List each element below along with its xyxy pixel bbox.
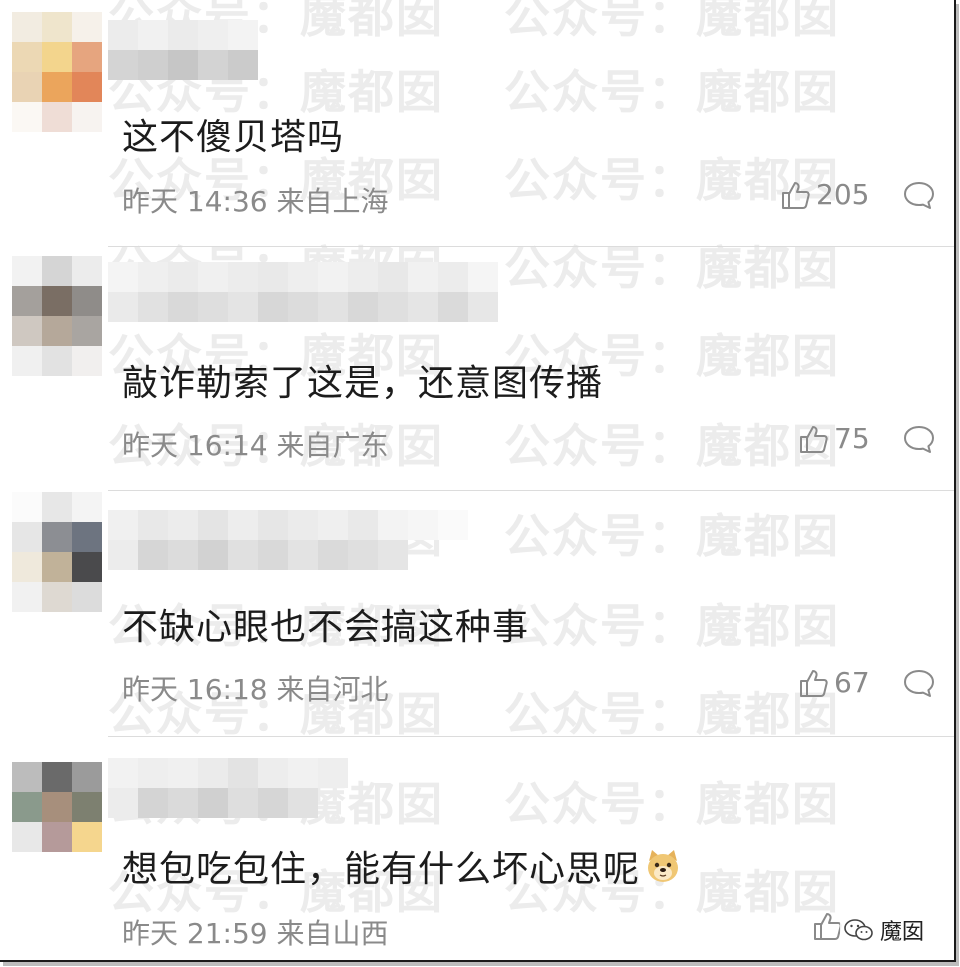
brand-label: 魔囡 <box>880 920 925 945</box>
comment-text: 想包吃包住，能有什么坏心思呢 <box>122 840 682 892</box>
avatar[interactable] <box>12 12 102 132</box>
username-blurred[interactable] <box>108 20 258 50</box>
comment-text-content: 想包吃包住，能有什么坏心思呢 <box>122 849 641 890</box>
wechat-icon <box>844 919 873 941</box>
divider <box>108 246 954 247</box>
like-count: 67 <box>834 666 870 699</box>
watermark-text: 公众号：魔都囡 <box>504 687 840 741</box>
comment-meta: 昨天 16:14 来自广东 <box>122 429 389 462</box>
username-blurred <box>108 540 408 570</box>
reply-button[interactable] <box>902 180 936 212</box>
like-button[interactable]: 67 <box>798 666 870 699</box>
reply-button[interactable] <box>902 668 936 700</box>
username-blurred[interactable] <box>108 262 498 292</box>
username-blurred <box>108 292 498 322</box>
comment-text: 敲诈勒索了这是，还意图传播 <box>122 363 604 404</box>
doge-emoji <box>648 850 679 882</box>
brand-overlay: 魔囡 <box>840 912 929 948</box>
like-count: 75 <box>834 422 870 455</box>
like-button[interactable]: 75 <box>798 422 870 455</box>
watermark-text: 公众号：魔都囡 <box>504 509 840 563</box>
watermark-text: 公众号：魔都囡 <box>504 241 840 295</box>
like-count: 205 <box>816 178 870 211</box>
username-blurred[interactable] <box>108 510 468 540</box>
watermark-text: 公众号：魔都囡 <box>504 0 840 43</box>
thumbs-up-icon <box>800 669 828 697</box>
comment-bubble-icon <box>904 182 934 209</box>
divider <box>108 490 954 491</box>
username-blurred[interactable] <box>108 758 348 788</box>
comment-meta: 昨天 21:59 来自山西 <box>122 917 389 950</box>
watermark-text: 公众号：魔都囡 <box>504 419 840 473</box>
comment-bubble-icon <box>904 670 934 697</box>
watermark-text: 公众号：魔都囡 <box>504 777 840 831</box>
comment-list-screenshot: 公众号：魔都囡 公众号：魔都囡 公众号：魔都囡 公众号：魔都囡 公众号：魔都囡 公众号… <box>0 0 956 962</box>
thumbs-up-icon <box>800 425 828 453</box>
avatar[interactable] <box>12 256 102 376</box>
username-blurred <box>108 788 318 818</box>
comment-text: 这不傻贝塔吗 <box>122 117 345 158</box>
comment-meta: 昨天 16:18 来自河北 <box>122 673 389 706</box>
thumbs-up-icon <box>782 181 810 209</box>
reply-button[interactable] <box>902 424 936 456</box>
watermark-text: 公众号：魔都囡 <box>504 599 840 653</box>
avatar[interactable] <box>12 762 102 882</box>
divider <box>108 736 954 737</box>
like-button[interactable]: 205 <box>780 178 869 211</box>
comment-meta: 昨天 14:36 来自上海 <box>122 185 389 218</box>
watermark-text: 公众号：魔都囡 <box>504 65 840 119</box>
comment-bubble-icon <box>904 426 934 453</box>
comment-text: 不缺心眼也不会搞这种事 <box>122 607 530 648</box>
username-blurred <box>108 50 258 80</box>
avatar[interactable] <box>12 492 102 612</box>
